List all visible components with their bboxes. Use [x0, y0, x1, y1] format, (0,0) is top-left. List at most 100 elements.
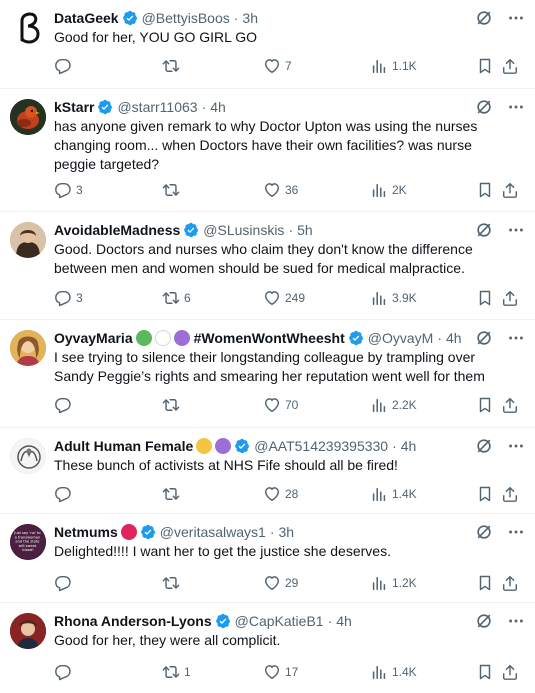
reply-button[interactable]	[54, 56, 76, 76]
more-icon[interactable]	[507, 523, 525, 541]
more-icon[interactable]	[507, 9, 525, 27]
retweet-button[interactable]	[162, 573, 184, 593]
display-name[interactable]: Rhona Anderson-Lyons	[54, 611, 212, 631]
retweet-button[interactable]	[162, 56, 184, 76]
display-name[interactable]: OyvayMaria	[54, 328, 133, 348]
avatar[interactable]	[10, 99, 46, 135]
username[interactable]: @CapKatieB1	[235, 611, 324, 631]
tweet[interactable]: AvoidableMadness @SLusinskis · 5h Good. …	[0, 212, 535, 320]
grok-icon[interactable]	[475, 612, 493, 630]
bookmark-button[interactable]	[476, 484, 494, 504]
grok-icon[interactable]	[475, 98, 493, 116]
avatar[interactable]	[10, 438, 46, 474]
grok-icon[interactable]	[475, 9, 493, 27]
like-icon	[263, 574, 281, 592]
bookmark-button[interactable]	[476, 56, 494, 76]
grok-icon[interactable]	[475, 437, 493, 455]
retweet-button[interactable]	[162, 395, 184, 415]
bookmark-icon	[476, 57, 494, 75]
timestamp[interactable]: 3h	[242, 8, 258, 28]
more-icon[interactable]	[507, 98, 525, 116]
reply-button[interactable]: 3	[54, 288, 83, 308]
timestamp[interactable]: 4h	[210, 97, 226, 117]
verified-badge-icon	[234, 438, 250, 454]
like-button[interactable]: 28	[263, 484, 298, 504]
reply-button[interactable]	[54, 573, 76, 593]
like-button[interactable]: 29	[263, 573, 298, 593]
timestamp[interactable]: 5h	[297, 220, 313, 240]
tweet-header: Rhona Anderson-Lyons @CapKatieB1 · 4h	[54, 611, 525, 631]
tweet[interactable]: Just say 'no' to a transwoman and the st…	[0, 514, 535, 603]
avatar[interactable]	[10, 222, 46, 258]
views-button[interactable]: 1.4K	[370, 662, 417, 682]
retweet-button[interactable]	[162, 484, 184, 504]
display-name-hashtag[interactable]: #WomenWontWheesht	[194, 328, 345, 348]
timestamp[interactable]: 4h	[336, 611, 352, 631]
grok-icon[interactable]	[475, 221, 493, 239]
bookmark-button[interactable]	[476, 662, 494, 682]
like-button[interactable]: 249	[263, 288, 305, 308]
views-button[interactable]: 1.4K	[370, 484, 417, 504]
display-name[interactable]: kStarr	[54, 97, 94, 117]
avatar[interactable]	[10, 330, 46, 366]
username[interactable]: @OyvayM	[368, 328, 434, 348]
username[interactable]: @AAT514239395330	[254, 436, 388, 456]
views-button[interactable]: 1.1K	[370, 56, 417, 76]
username[interactable]: @SLusinskis	[203, 220, 284, 240]
bookmark-button[interactable]	[476, 288, 494, 308]
text-graphic-icon: Just say 'no' to a transwoman and the st…	[10, 524, 46, 560]
reply-button[interactable]	[54, 395, 76, 415]
tweet[interactable]: Rhona Anderson-Lyons @CapKatieB1 · 4h Go…	[0, 603, 535, 693]
username[interactable]: @veritasalways1	[160, 522, 266, 542]
timestamp[interactable]: 3h	[279, 522, 295, 542]
reply-button[interactable]: 3	[54, 180, 83, 200]
more-icon[interactable]	[507, 437, 525, 455]
bookmark-button[interactable]	[476, 180, 494, 200]
share-button[interactable]	[501, 180, 519, 200]
display-name[interactable]: Adult Human Female	[54, 436, 193, 456]
reply-button[interactable]	[54, 662, 76, 682]
share-button[interactable]	[501, 662, 519, 682]
like-button[interactable]: 17	[263, 662, 298, 682]
more-icon[interactable]	[507, 221, 525, 239]
retweet-button[interactable]: 6	[162, 288, 191, 308]
share-button[interactable]	[501, 573, 519, 593]
header-icons	[475, 97, 525, 117]
display-name[interactable]: AvoidableMadness	[54, 220, 180, 240]
username[interactable]: @starr11063	[117, 97, 197, 117]
tweet[interactable]: OyvayMaria #WomenWontWheesht @OyvayM · 4…	[0, 320, 535, 428]
views-button[interactable]: 2K	[370, 180, 407, 200]
purple-heart-emoji-icon	[215, 438, 232, 454]
reply-button[interactable]	[54, 484, 76, 504]
like-button[interactable]: 7	[263, 56, 292, 76]
tweet-actions: 1 17 1.4K	[54, 662, 521, 682]
share-button[interactable]	[501, 56, 519, 76]
views-button[interactable]: 1.2K	[370, 573, 417, 593]
share-button[interactable]	[501, 395, 519, 415]
share-button[interactable]	[501, 484, 519, 504]
like-button[interactable]: 36	[263, 180, 298, 200]
more-icon[interactable]	[507, 612, 525, 630]
like-button[interactable]: 70	[263, 395, 298, 415]
retweet-button[interactable]	[162, 180, 184, 200]
username[interactable]: @BettyisBoos	[142, 8, 230, 28]
retweet-button[interactable]: 1	[162, 662, 191, 682]
display-name[interactable]: DataGeek	[54, 8, 119, 28]
display-name[interactable]: Netmums	[54, 522, 118, 542]
tweet[interactable]: kStarr @starr11063 · 4h has anyone given…	[0, 89, 535, 212]
views-button[interactable]: 3.9K	[370, 288, 417, 308]
grok-icon[interactable]	[475, 329, 493, 347]
views-button[interactable]: 2.2K	[370, 395, 417, 415]
bookmark-button[interactable]	[476, 395, 494, 415]
timestamp[interactable]: 4h	[401, 436, 417, 456]
bookmark-button[interactable]	[476, 573, 494, 593]
tweet[interactable]: DataGeek @BettyisBoos · 3h Good for her,…	[0, 0, 535, 89]
share-button[interactable]	[501, 288, 519, 308]
avatar[interactable]	[10, 613, 46, 649]
grok-icon[interactable]	[475, 523, 493, 541]
more-icon[interactable]	[507, 329, 525, 347]
tweet[interactable]: Adult Human Female @AAT514239395330 · 4h…	[0, 428, 535, 514]
avatar[interactable]: Just say 'no' to a transwoman and the st…	[10, 524, 46, 560]
timestamp[interactable]: 4h	[446, 328, 462, 348]
avatar[interactable]	[10, 10, 46, 46]
